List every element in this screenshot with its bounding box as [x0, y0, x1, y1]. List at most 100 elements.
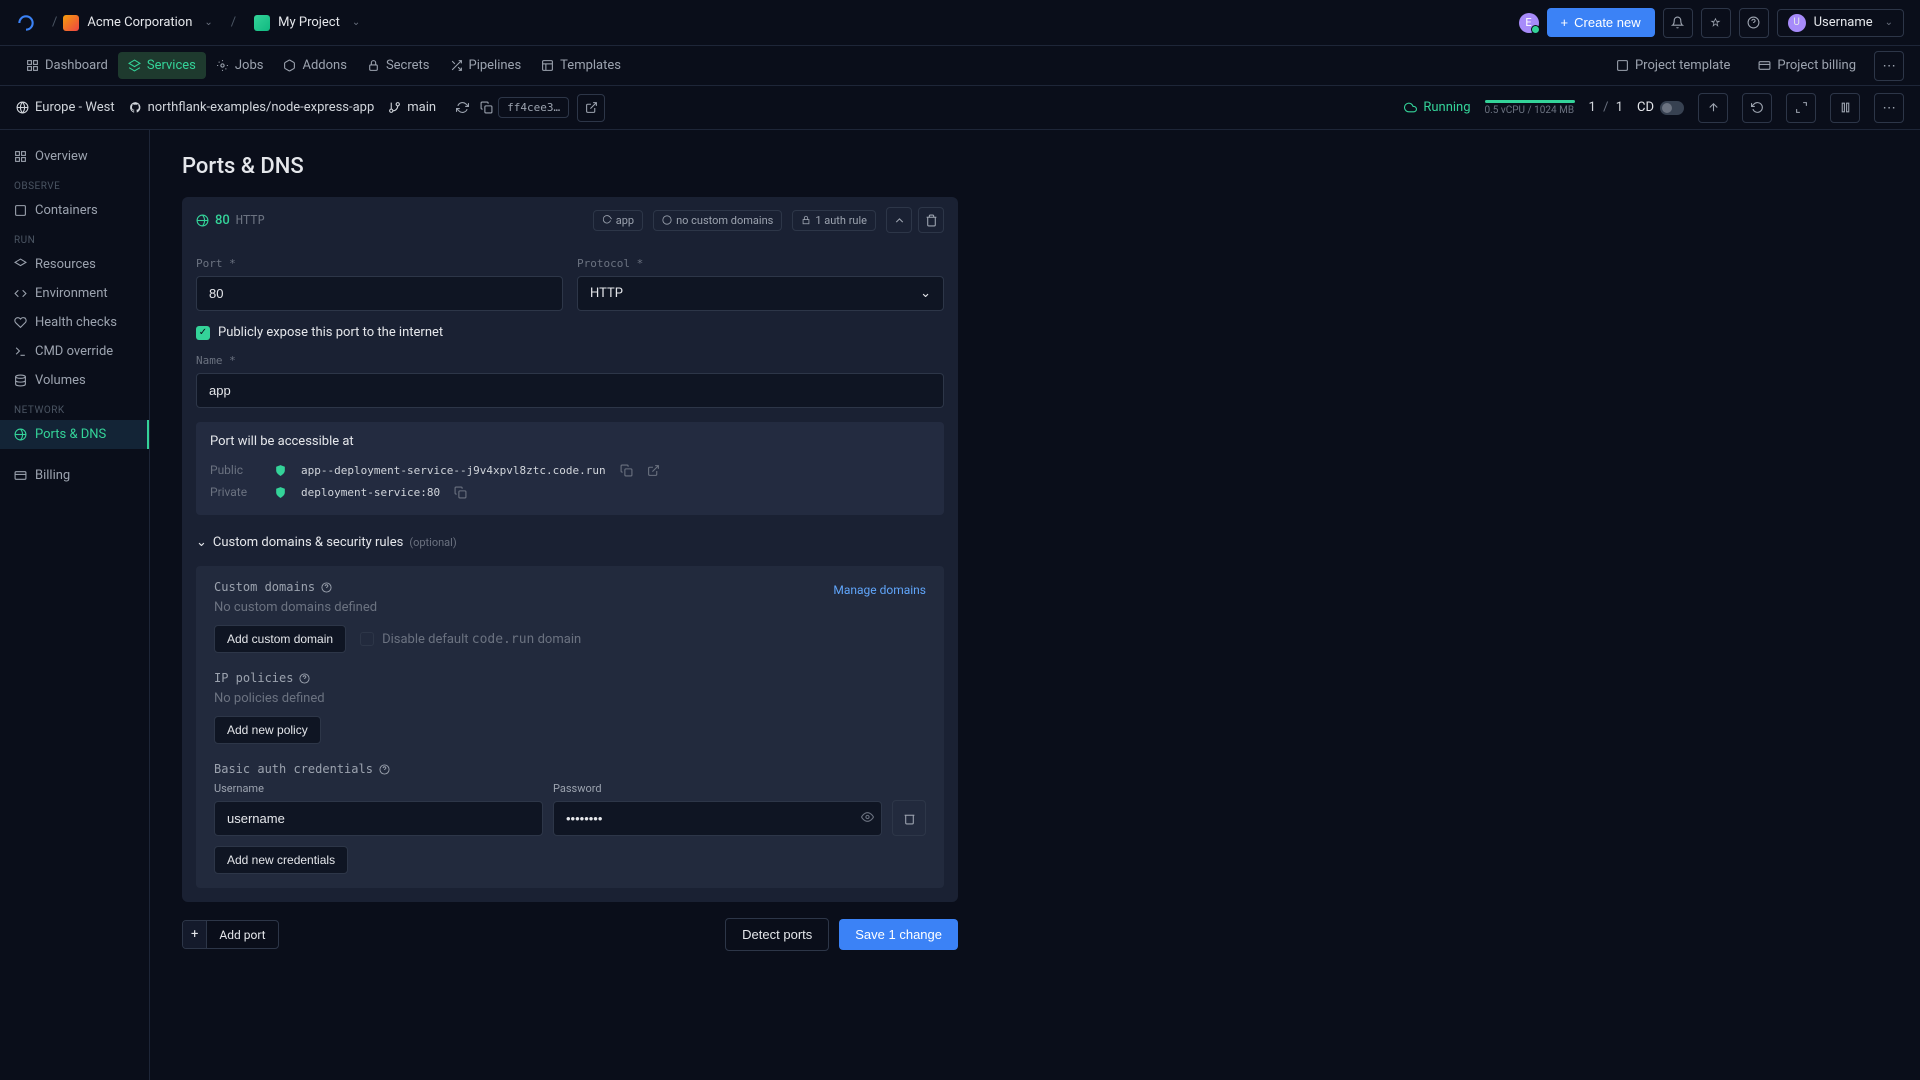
- password-input[interactable]: [553, 801, 882, 836]
- chip-app-name: app: [593, 210, 643, 231]
- commit-hash[interactable]: ff4cee3…: [498, 97, 569, 118]
- name-input[interactable]: [196, 373, 944, 408]
- security-collapse[interactable]: ⌄ Custom domains & security rules (optio…: [196, 529, 944, 556]
- access-title: Port will be accessible at: [210, 434, 930, 449]
- sidebar-resources[interactable]: Resources: [0, 250, 149, 279]
- toggle-password-button[interactable]: [861, 810, 874, 827]
- project-billing-link[interactable]: Project billing: [1748, 52, 1866, 79]
- sidebar-environment[interactable]: Environment: [0, 279, 149, 308]
- add-domain-button[interactable]: Add custom domain: [214, 625, 346, 653]
- save-button[interactable]: Save 1 change: [839, 919, 958, 950]
- expose-checkbox[interactable]: ✓: [196, 326, 210, 340]
- add-policy-button[interactable]: Add new policy: [214, 716, 321, 744]
- basic-auth-title: Basic auth credentials: [214, 762, 926, 776]
- port-badge: 80 HTTP: [196, 213, 265, 228]
- branch-indicator[interactable]: main: [388, 100, 436, 115]
- detect-ports-button[interactable]: Detect ports: [725, 918, 829, 951]
- copy-icon[interactable]: [454, 486, 467, 499]
- disable-default-label: Disable default code.run domain: [382, 632, 581, 647]
- delete-port-button[interactable]: [918, 207, 944, 233]
- port-label: Port *: [196, 257, 563, 270]
- sidebar-group-observe: OBSERVE: [0, 171, 149, 196]
- branch-icon: [388, 101, 401, 114]
- presence-avatar[interactable]: E: [1519, 13, 1539, 33]
- disable-default-checkbox[interactable]: [360, 632, 374, 646]
- copy-icon[interactable]: [620, 464, 633, 477]
- chip-auth: 1 auth rule: [792, 210, 876, 231]
- add-credentials-button[interactable]: Add new credentials: [214, 846, 348, 874]
- chevron-down-icon: ⌄: [196, 535, 207, 550]
- org-name: Acme Corporation: [87, 15, 192, 30]
- project-name: My Project: [278, 15, 340, 30]
- chevron-down-icon: ⌄: [920, 286, 931, 301]
- no-domains-text: No custom domains defined: [214, 600, 926, 615]
- globe-icon: [16, 101, 29, 114]
- private-url: deployment-service:80: [301, 486, 440, 499]
- protocol-label: Protocol *: [577, 257, 944, 270]
- create-new-button[interactable]: + Create new: [1547, 8, 1655, 37]
- protocol-select[interactable]: HTTP ⌄: [577, 276, 944, 311]
- refresh-icon[interactable]: [450, 96, 474, 120]
- org-selector[interactable]: Acme Corporation ⌄: [57, 11, 218, 35]
- expand-button[interactable]: [1786, 93, 1816, 123]
- sidebar-health-checks[interactable]: Health checks: [0, 308, 149, 337]
- sidebar-cmd-override[interactable]: CMD override: [0, 337, 149, 366]
- tab-jobs[interactable]: Jobs: [206, 52, 274, 79]
- notifications-button[interactable]: [1663, 8, 1693, 38]
- restart-button[interactable]: [1742, 93, 1772, 123]
- project-template-link[interactable]: Project template: [1606, 52, 1740, 79]
- chevron-down-icon: ⌄: [1885, 17, 1893, 28]
- tab-addons[interactable]: Addons: [273, 52, 356, 79]
- add-port-button[interactable]: + Add port: [182, 920, 279, 949]
- manage-domains-link[interactable]: Manage domains: [833, 583, 926, 597]
- shield-icon: [274, 486, 287, 499]
- logo[interactable]: [16, 13, 36, 33]
- chevron-down-icon: ⌄: [204, 17, 212, 28]
- username-input[interactable]: [214, 801, 543, 836]
- plus-icon: +: [183, 921, 207, 948]
- sidebar-group-network: NETWORK: [0, 395, 149, 420]
- cd-toggle[interactable]: CD: [1637, 100, 1684, 115]
- sidebar-overview[interactable]: Overview: [0, 142, 149, 171]
- name-label: Name *: [196, 354, 944, 367]
- help-icon[interactable]: [379, 763, 390, 776]
- rocket-button[interactable]: [1701, 8, 1731, 38]
- public-label: Public: [210, 463, 260, 477]
- port-card: 80 HTTP app no custom domains 1 auth rul…: [182, 197, 958, 902]
- ip-policies-title: IP policies: [214, 671, 926, 685]
- tab-pipelines[interactable]: Pipelines: [440, 52, 532, 79]
- external-link-button[interactable]: [577, 94, 605, 122]
- replica-count: 1 / 1: [1589, 100, 1623, 115]
- help-icon[interactable]: [299, 672, 310, 685]
- resource-meter: 0.5 vCPU / 1024 MB: [1485, 100, 1575, 116]
- pause-button[interactable]: [1830, 93, 1860, 123]
- copy-icon[interactable]: [474, 96, 498, 120]
- chevron-down-icon: ⌄: [352, 17, 360, 28]
- no-policies-text: No policies defined: [214, 691, 926, 706]
- user-menu[interactable]: U Username ⌄: [1777, 9, 1904, 37]
- custom-domains-title: Custom domains: [214, 580, 332, 594]
- sidebar-ports-dns[interactable]: Ports & DNS: [0, 420, 149, 449]
- delete-credential-button[interactable]: [892, 800, 926, 836]
- tab-services[interactable]: Services: [118, 52, 206, 79]
- password-label: Password: [553, 782, 882, 795]
- scale-up-button[interactable]: [1698, 93, 1728, 123]
- repo-link[interactable]: northflank-examples/node-express-app: [129, 100, 375, 115]
- tab-templates[interactable]: Templates: [531, 52, 631, 79]
- collapse-button[interactable]: [886, 207, 912, 233]
- more-actions-button[interactable]: ⋯: [1874, 93, 1904, 123]
- sidebar-billing[interactable]: Billing: [0, 461, 149, 490]
- port-input[interactable]: [196, 276, 563, 311]
- external-link-icon[interactable]: [647, 464, 660, 477]
- project-selector[interactable]: My Project ⌄: [248, 11, 366, 35]
- more-button[interactable]: ⋯: [1874, 51, 1904, 81]
- help-button[interactable]: [1739, 8, 1769, 38]
- plus-icon: +: [1561, 15, 1569, 30]
- private-label: Private: [210, 485, 260, 499]
- help-icon[interactable]: [321, 581, 332, 594]
- sidebar-containers[interactable]: Containers: [0, 196, 149, 225]
- tab-dashboard[interactable]: Dashboard: [16, 52, 118, 79]
- sidebar-volumes[interactable]: Volumes: [0, 366, 149, 395]
- tab-secrets[interactable]: Secrets: [357, 52, 440, 79]
- sidebar-group-run: RUN: [0, 225, 149, 250]
